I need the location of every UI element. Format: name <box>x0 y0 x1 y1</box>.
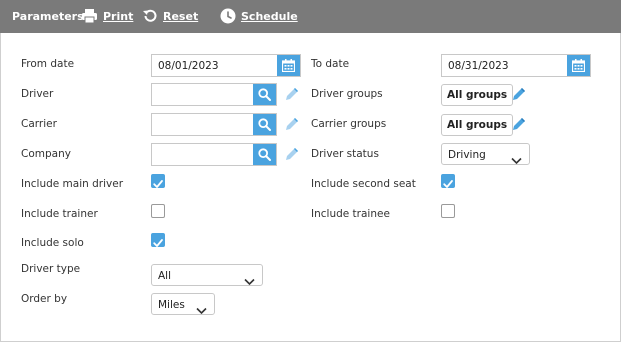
include-main-driver-label: Include main driver <box>21 178 124 190</box>
undo-icon <box>142 8 158 24</box>
search-icon[interactable] <box>253 144 276 165</box>
driver-type-label: Driver type <box>21 263 81 275</box>
pencil-icon[interactable] <box>284 146 300 162</box>
from-date-input[interactable]: 08/01/2023 <box>151 54 301 77</box>
calendar-icon[interactable] <box>277 55 300 76</box>
to-date-input[interactable]: 08/31/2023 <box>441 54 591 77</box>
chevron-down-icon <box>244 271 255 290</box>
include-solo-label: Include solo <box>21 237 84 249</box>
carrier-groups-button[interactable]: All groups <box>441 114 514 136</box>
check-icon <box>153 239 163 247</box>
chevron-down-icon <box>196 300 207 319</box>
include-trainee-label: Include trainee <box>311 208 390 220</box>
to-date-label: To date <box>311 58 350 70</box>
include-trainer-label: Include trainer <box>21 208 98 220</box>
driver-label: Driver <box>21 88 54 100</box>
driver-status-value: Driving <box>448 149 486 161</box>
include-second-seat-label: Include second seat <box>311 178 416 190</box>
driver-status-label: Driver status <box>311 148 379 160</box>
company-input[interactable] <box>151 143 277 166</box>
calendar-icon[interactable] <box>567 55 590 76</box>
driver-type-select[interactable]: All <box>151 264 263 286</box>
schedule-button[interactable]: Schedule <box>220 6 298 26</box>
driver-input[interactable] <box>151 83 277 106</box>
clock-icon <box>220 8 236 24</box>
to-date-value: 08/31/2023 <box>448 60 509 72</box>
search-icon[interactable] <box>253 84 276 105</box>
carrier-label: Carrier <box>21 118 57 130</box>
print-label: Print <box>103 9 134 23</box>
include-solo-checkbox[interactable] <box>151 233 165 247</box>
pencil-icon[interactable] <box>284 116 300 132</box>
print-button[interactable]: Print <box>81 6 133 26</box>
order-by-select[interactable]: Miles <box>151 293 215 315</box>
search-icon[interactable] <box>253 114 276 135</box>
check-icon <box>443 180 453 188</box>
carrier-input[interactable] <box>151 113 277 136</box>
printer-icon <box>81 8 98 24</box>
reset-label: Reset <box>163 9 199 23</box>
check-icon <box>153 180 163 188</box>
pencil-icon[interactable] <box>511 116 527 132</box>
include-second-seat-checkbox[interactable] <box>441 174 455 188</box>
schedule-label: Schedule <box>241 9 298 23</box>
include-trainee-checkbox[interactable] <box>441 204 455 218</box>
driver-groups-label: Driver groups <box>311 88 383 100</box>
from-date-label: From date <box>21 58 75 70</box>
toolbar: Parameters Print Reset Schedule <box>0 0 621 33</box>
company-label: Company <box>21 148 71 160</box>
carrier-groups-label: Carrier groups <box>311 118 387 130</box>
pencil-icon[interactable] <box>284 86 300 102</box>
driver-groups-button[interactable]: All groups <box>441 84 514 106</box>
include-trainer-checkbox[interactable] <box>151 204 165 218</box>
order-by-label: Order by <box>21 293 68 305</box>
from-date-value: 08/01/2023 <box>158 60 219 72</box>
driver-type-value: All <box>158 270 172 282</box>
include-main-driver-checkbox[interactable] <box>151 174 165 188</box>
pencil-icon[interactable] <box>511 86 527 102</box>
chevron-down-icon <box>511 150 522 169</box>
toolbar-title: Parameters <box>12 10 84 23</box>
reset-button[interactable]: Reset <box>142 6 198 26</box>
order-by-value: Miles <box>158 299 185 311</box>
driver-status-select[interactable]: Driving <box>441 143 530 165</box>
